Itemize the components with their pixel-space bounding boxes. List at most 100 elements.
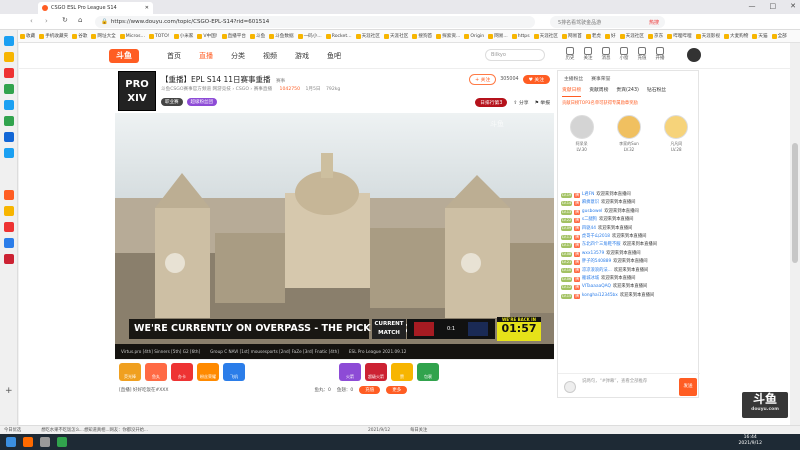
gift-item[interactable]: 荧光棒 — [119, 363, 141, 381]
nav-yuba[interactable]: 鱼吧 — [327, 51, 341, 61]
anchor-fans-tab[interactable]: 主播粉丝 — [564, 75, 583, 82]
gift-item[interactable]: 粉丝荣耀 — [197, 363, 219, 381]
bookmark-item[interactable]: 好 — [605, 33, 616, 39]
bookmark-item[interactable]: https — [511, 33, 530, 39]
bookmark-item[interactable]: 天涯社区 — [619, 33, 644, 39]
add-icon[interactable]: + — [5, 386, 13, 396]
sidebar-app-icon-6[interactable] — [4, 116, 14, 126]
refresh-icon[interactable]: ↻ — [62, 16, 68, 24]
gift-item[interactable]: 飞机 — [223, 363, 245, 381]
video-player[interactable]: 斗鱼 WE'RE CURRENTLY ON OVERPASS - THE PIC… — [115, 113, 554, 359]
browser-search-input[interactable]: 5排名看驾驶金品游 热搜 — [550, 16, 665, 28]
chat-username[interactable]: s二腿狗 — [582, 216, 597, 224]
bookmark-item[interactable]: 天涯社区 — [355, 33, 380, 39]
bookmark-item[interactable]: 网址大全 — [91, 33, 116, 39]
status-news[interactable]: 想吃水果不吃饭怎么...想知道真相...网友：你都没开始... — [41, 427, 148, 433]
gift-item[interactable]: 赞 — [391, 363, 413, 381]
bookmark-item[interactable]: V中国! — [197, 33, 218, 39]
send-button[interactable]: 发送 — [679, 378, 697, 396]
gift-item[interactable]: 火箭 — [339, 363, 361, 381]
sidebar-app-icon-12[interactable] — [4, 238, 14, 248]
bookmark-item[interactable]: 全部 — [771, 33, 787, 39]
bookmark-item[interactable]: 天涯社区 — [533, 33, 558, 39]
start-icon[interactable] — [6, 437, 16, 447]
streamer-avatar[interactable]: PRO XIV — [118, 71, 156, 111]
history-button[interactable]: 历史 — [564, 47, 576, 61]
sidebar-app-icon-2[interactable] — [4, 52, 14, 62]
bookmark-item[interactable]: 网易... — [488, 33, 508, 39]
status-follow[interactable]: 每日关注 — [410, 427, 427, 433]
close-icon[interactable]: ✕ — [145, 5, 149, 11]
recharge-button[interactable]: 充值 — [359, 386, 381, 394]
top-fan[interactable]: 凡凡同 LV.28 — [658, 109, 694, 159]
message-button[interactable]: 消息 — [600, 47, 612, 61]
maximize-icon[interactable]: □ — [770, 2, 777, 10]
page-scrollbar[interactable] — [790, 43, 800, 425]
chat-username[interactable]: 麻痹意识 — [582, 199, 599, 207]
back-icon[interactable]: ‹ — [30, 17, 33, 25]
sidebar-app-icon-10[interactable] — [4, 206, 14, 216]
status-today[interactable]: 今日优选 — [4, 427, 21, 433]
tab-daily-rank[interactable]: 贡献日榜 — [562, 86, 582, 97]
bookmark-item[interactable]: TOTO! — [148, 33, 170, 39]
broadcast-button[interactable]: 开播 — [654, 47, 666, 61]
taskbar-app-3[interactable] — [57, 437, 67, 447]
sidebar-app-icon-7[interactable] — [4, 132, 14, 142]
nav-games[interactable]: 游戏 — [295, 51, 309, 61]
forward-icon[interactable]: › — [45, 17, 48, 25]
nav-home[interactable]: 首页 — [167, 51, 181, 61]
nav-live[interactable]: 直播 — [199, 51, 213, 61]
home-icon[interactable]: ⌂ — [78, 16, 82, 24]
tab-weekly-rank[interactable]: 贡献周榜 — [589, 86, 608, 97]
chat-username[interactable]: VITaaaaaQAQ — [582, 283, 611, 291]
gift-item[interactable]: 办卡 — [171, 363, 193, 381]
follow-button[interactable]: ♥ 关注 — [522, 75, 550, 84]
bookmark-item[interactable]: 天涯社区 — [383, 33, 408, 39]
sidebar-app-icon-13[interactable] — [4, 254, 14, 264]
sidebar-app-icon-9[interactable] — [4, 190, 14, 200]
site-search-input[interactable]: Bilkyo — [485, 49, 545, 61]
browser-tab[interactable]: CSGO ESL Pro League S14 ✕ — [38, 2, 153, 14]
bookmark-item[interactable]: 天猫 — [752, 33, 768, 39]
bookmark-item[interactable]: 小米家 — [173, 33, 193, 39]
nav-category[interactable]: 分类 — [231, 51, 245, 61]
bookmark-item[interactable]: 斗鱼数据 — [269, 33, 294, 39]
douyu-logo[interactable]: 斗鱼 — [109, 49, 139, 63]
bookmark-item[interactable]: 斗鱼 — [249, 33, 265, 39]
tag-fanclub[interactable]: 超级粉丝团 — [186, 98, 217, 106]
bookmark-item[interactable]: 谷歌 — [72, 33, 87, 39]
gift-item[interactable]: 鱼丸 — [145, 363, 167, 381]
sidebar-app-icon-4[interactable] — [4, 84, 14, 94]
sidebar-app-icon-11[interactable] — [4, 222, 14, 232]
chat-username[interactable]: 虎哥千山2018 — [582, 233, 610, 241]
bookmark-item[interactable]: 直播平台 — [221, 33, 246, 39]
gift-item[interactable]: 包裹 — [417, 363, 439, 381]
bookmark-item[interactable]: Origin — [464, 33, 484, 39]
report-button[interactable]: ⚑ 举报 — [535, 99, 550, 106]
sidebar-app-icon-5[interactable] — [4, 100, 14, 110]
top-fan[interactable]: 阿呆呆 LV.30 — [564, 109, 600, 159]
chat-username[interactable]: 胖子的540889 — [582, 258, 611, 266]
nav-video[interactable]: 视频 — [263, 51, 277, 61]
bookmark-item[interactable]: 搜狗首 — [412, 33, 432, 39]
top-fan[interactable]: 李家的Sun LV.32 — [611, 109, 647, 159]
tag-pro[interactable]: 职业赛 — [161, 98, 183, 106]
emoji-icon[interactable] — [564, 381, 576, 393]
honor-tab[interactable]: 赛事荣誉 — [591, 75, 610, 82]
sidebar-app-icon-1[interactable] — [4, 36, 14, 46]
url-input[interactable]: 🔒 https://www.douyu.com/topic/CSGO-EPL-S… — [95, 16, 535, 28]
chat-username[interactable]: konghai12345bx — [582, 292, 618, 300]
chat-username[interactable]: wxx13579 — [582, 250, 604, 258]
chat-username[interactable]: L君FN — [582, 191, 594, 199]
bookmark-item[interactable]: 手机收藏夹 — [39, 33, 68, 39]
bookmark-item[interactable]: 天涯影视 — [695, 33, 720, 39]
tab-vip[interactable]: 贵宾(243) — [616, 86, 639, 97]
recharge-button[interactable]: 充值 — [636, 47, 648, 61]
follow-button[interactable]: 关注 — [582, 47, 594, 61]
chat-input[interactable]: 说两句，“#弹幕”，查看全部推荐 — [582, 378, 670, 394]
chat-username[interactable]: 东北四个三角鞋不服 — [582, 241, 621, 249]
taskbar-app-1[interactable] — [23, 437, 33, 447]
chat-username[interactable]: 凉凉浪浪的法... — [582, 267, 612, 275]
bookmark-item[interactable]: 探索资... — [436, 33, 460, 39]
share-button[interactable]: ⇪ 分享 — [513, 99, 528, 106]
